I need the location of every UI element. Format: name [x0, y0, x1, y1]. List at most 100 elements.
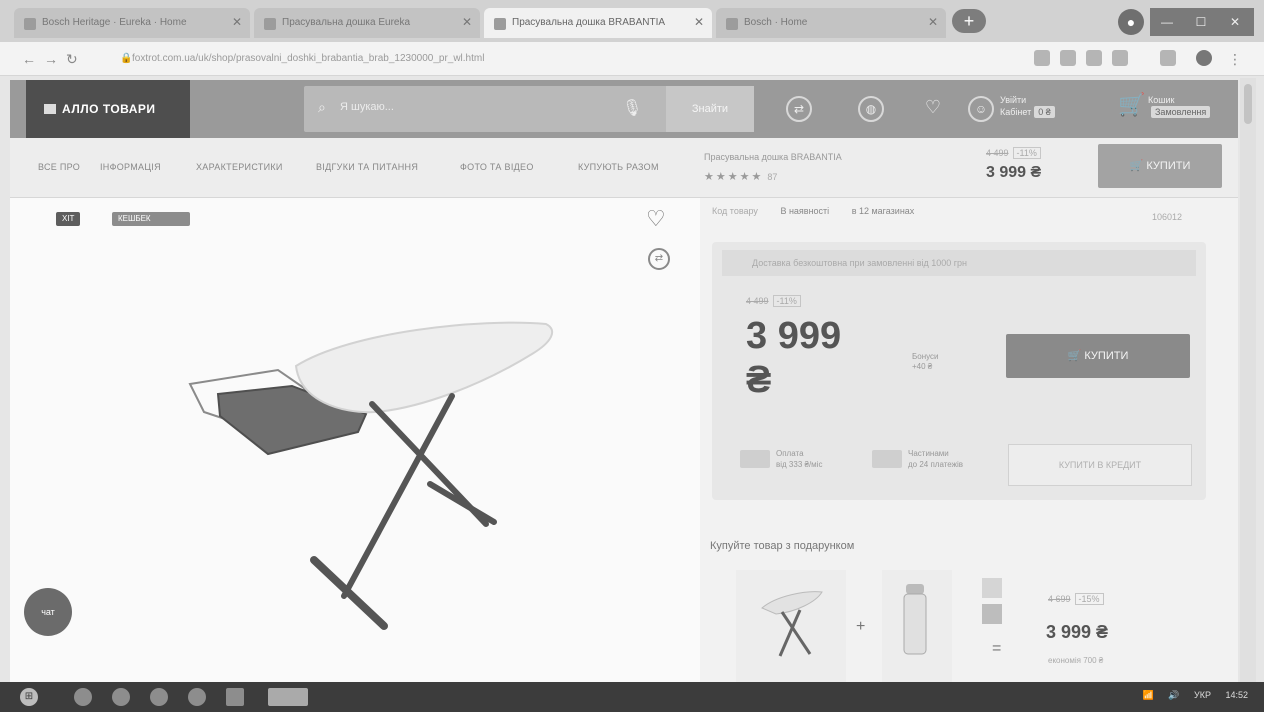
- buy-button[interactable]: 🛒 КУПИТИ: [1006, 334, 1190, 378]
- chat-label: чат: [41, 607, 55, 617]
- product-tab-media[interactable]: ФОТО ТА ВІДЕО: [460, 162, 534, 172]
- label-badge: КЕШБЕК: [112, 212, 190, 226]
- label-badge: ХІТ: [56, 212, 81, 226]
- minimize-icon[interactable]: —: [1150, 8, 1184, 36]
- product-tab-bundle[interactable]: КУПУЮТЬ РАЗОМ: [578, 162, 659, 172]
- availability-link[interactable]: в 12 магазинах: [852, 206, 915, 216]
- search-button[interactable]: Знайти: [666, 86, 754, 132]
- taskbar-app-icon[interactable]: [112, 688, 130, 706]
- profile-avatar[interactable]: ●: [1118, 9, 1144, 35]
- credit-button[interactable]: КУПИТИ В КРЕДИТ: [1008, 444, 1192, 486]
- product-image[interactable]: [180, 308, 600, 648]
- browser-tab[interactable]: Bosch · Home ✕: [716, 8, 946, 38]
- product-info: Код товару В наявності в 12 магазинах 10…: [706, 198, 1238, 682]
- product-tab-info[interactable]: ІНФОРМАЦІЯ: [100, 162, 161, 172]
- search-input[interactable]: Я шукаю...: [340, 101, 394, 113]
- scroll-thumb[interactable]: [1244, 84, 1252, 124]
- tab-title: Прасувальна дошка Eureka: [282, 17, 411, 28]
- bonus-info: Бонуси +40 ₴: [912, 352, 939, 372]
- browser-tab-active[interactable]: Прасувальна дошка BRABANTIA ✕: [484, 8, 712, 38]
- extension-icon[interactable]: [1112, 50, 1128, 66]
- new-tab-button[interactable]: +: [952, 9, 986, 33]
- option-value: від 333 ₴/міс: [776, 460, 823, 469]
- bookmark-star-icon[interactable]: [1034, 50, 1050, 66]
- option-value: до 24 платежів: [908, 460, 964, 469]
- account-icon[interactable]: [1196, 50, 1212, 66]
- cart-label: Кошик: [1148, 95, 1175, 105]
- extension-icon[interactable]: [1086, 50, 1102, 66]
- compare-icon[interactable]: ⇄: [648, 248, 670, 270]
- code-label: Код товару: [712, 206, 758, 216]
- taskbar-app-icon[interactable]: [150, 688, 168, 706]
- taskbar-app-icon[interactable]: [188, 688, 206, 706]
- browser-tab[interactable]: Прасувальна дошка Eureka ✕: [254, 8, 480, 38]
- reload-icon[interactable]: ↻: [66, 51, 78, 68]
- taskbar-app-icon[interactable]: [226, 688, 244, 706]
- search-bar[interactable]: ⌕ Я шукаю... 🎙 Знайти: [304, 86, 754, 132]
- wifi-icon[interactable]: 📶: [1143, 690, 1154, 700]
- clock[interactable]: 14:52: [1225, 690, 1248, 700]
- thumb-icon[interactable]: [982, 604, 1002, 624]
- option-label: Оплата: [776, 449, 804, 458]
- page-scrollbar[interactable]: [1240, 78, 1256, 682]
- mini-rating[interactable]: ★★★★★ 87: [704, 170, 777, 183]
- close-tab-icon[interactable]: ✕: [694, 15, 704, 29]
- microphone-icon[interactable]: 🎙: [622, 98, 642, 118]
- product-tab-all[interactable]: ВСЕ ПРО: [38, 162, 80, 172]
- url-field[interactable]: 🔒 foxtrot.com.ua/uk/shop/prasovalni_dosh…: [118, 48, 1028, 70]
- thumb-icon[interactable]: [982, 578, 1002, 598]
- bottle-body: [903, 593, 927, 655]
- close-tab-icon[interactable]: ✕: [232, 15, 242, 29]
- back-icon[interactable]: ←: [22, 51, 36, 67]
- close-tab-icon[interactable]: ✕: [928, 15, 938, 29]
- site-header: АЛЛО ТОВАРИ ⌕ Я шукаю... 🎙 Знайти ⇄ ◍ ♡ …: [10, 80, 1238, 138]
- tab-favicon-icon: [24, 18, 36, 30]
- mini-old-price: 4 499 -11%: [986, 147, 1041, 159]
- user-icon[interactable]: ☺: [968, 96, 994, 122]
- bundle-board-image: [761, 591, 823, 657]
- tab-title: Bosch · Home: [744, 17, 808, 28]
- payment-option[interactable]: Оплата від 333 ₴/міс: [740, 448, 822, 470]
- bundle-item-board[interactable]: [736, 570, 846, 682]
- account-sub: Кабінет: [1000, 107, 1032, 117]
- cart-icon: 🛒: [1118, 92, 1146, 117]
- taskbar-browser-icon[interactable]: [268, 688, 308, 706]
- wishlist-icon[interactable]: ♡: [920, 96, 946, 122]
- extension-icon[interactable]: [1160, 50, 1176, 66]
- discount-badge: -15%: [1074, 593, 1104, 605]
- mini-board: [761, 591, 823, 615]
- account-link[interactable]: Увійти Кабінет 0 ₴: [1000, 94, 1055, 118]
- stock-status: В наявності: [780, 206, 830, 216]
- installment-option[interactable]: Частинами до 24 платежів: [872, 448, 963, 470]
- start-icon[interactable]: ⊞: [20, 688, 38, 706]
- taskbar-app-icon[interactable]: [74, 688, 92, 706]
- old-price: 4 699: [1048, 594, 1071, 604]
- volume-icon[interactable]: 🔊: [1168, 690, 1179, 700]
- browser-tab[interactable]: Bosch Heritage · Eureka · Home ✕: [14, 8, 250, 38]
- product-tab-reviews[interactable]: ВІДГУКИ ТА ПИТАННЯ: [316, 162, 418, 172]
- language-indicator[interactable]: УКР: [1194, 690, 1211, 700]
- product-tab-specs[interactable]: ХАРАКТЕРИСТИКИ: [196, 162, 283, 172]
- language-icon[interactable]: ◍: [858, 96, 884, 122]
- extension-icon[interactable]: [1060, 50, 1076, 66]
- maximize-icon[interactable]: ☐: [1184, 8, 1218, 36]
- account-label: Увійти: [1000, 95, 1027, 105]
- review-count: 87: [767, 172, 778, 182]
- system-tray: 📶 🔊 УКР 14:52: [1131, 690, 1248, 701]
- chat-button[interactable]: чат: [24, 588, 72, 636]
- site-logo[interactable]: АЛЛО ТОВАРИ: [26, 80, 190, 138]
- wishlist-icon[interactable]: ♡: [646, 206, 666, 232]
- forward-icon[interactable]: →: [44, 51, 58, 67]
- window-controls: — ☐ ✕: [1150, 8, 1254, 36]
- compare-icon[interactable]: ⇄: [786, 96, 812, 122]
- equals-icon: =: [992, 640, 1002, 657]
- close-tab-icon[interactable]: ✕: [462, 15, 472, 29]
- mini-product-title: Прасувальна дошка BRABANTIA: [704, 152, 842, 162]
- mini-buy-button[interactable]: 🛒 КУПИТИ: [1098, 144, 1222, 188]
- close-window-icon[interactable]: ✕: [1218, 8, 1252, 36]
- board-surface: [294, 321, 554, 414]
- bundle-item-gift[interactable]: [882, 570, 952, 682]
- card-icon: [740, 450, 770, 468]
- url-text: foxtrot.com.ua/uk/shop/prasovalni_doshki…: [132, 53, 485, 64]
- menu-dots-icon[interactable]: ⋮: [1228, 51, 1242, 68]
